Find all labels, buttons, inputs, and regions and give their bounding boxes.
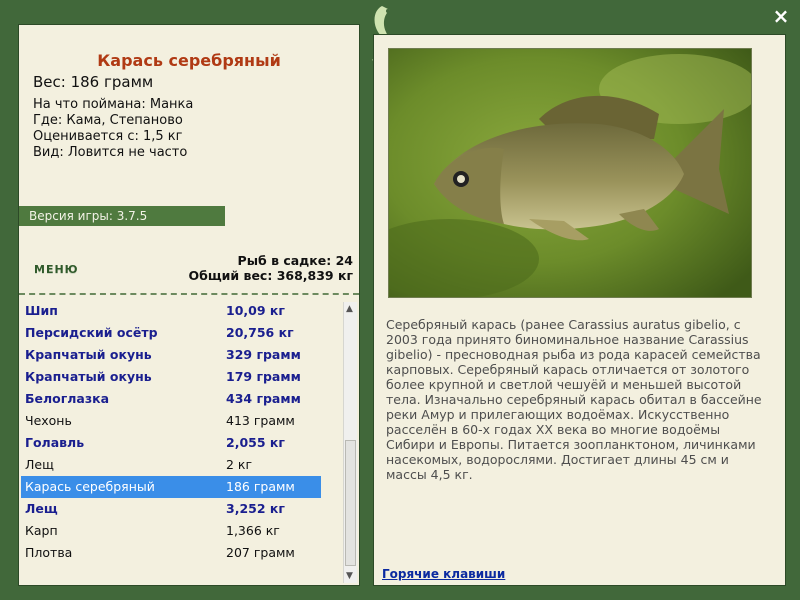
scroll-up-icon[interactable]: ▲ [346, 304, 353, 314]
catch-item-weight: 1,366 кг [226, 523, 280, 538]
fish-photo [388, 48, 752, 298]
fish-details-panel: Серебряный карась (ранее Carassius aurat… [373, 34, 786, 586]
fish-image [389, 49, 751, 297]
catch-item-name: Чехонь [25, 413, 72, 428]
catch-item-name: Лещ [25, 457, 54, 472]
catch-list-item[interactable]: Шип 10,09 кг [21, 300, 321, 322]
catch-item-weight: 329 грамм [226, 347, 301, 362]
divider [19, 293, 359, 295]
catch-item-weight: 207 грамм [226, 545, 295, 560]
estimated-text: Оценивается с: 1,5 кг [33, 129, 183, 144]
total-weight: Общий вес: 368,839 кг [188, 268, 354, 283]
catch-item-name: Плотва [25, 545, 73, 560]
catch-list-item[interactable]: Белоглазка 434 грамм [21, 388, 321, 410]
caught-on-text: На что поймана: Манка [33, 97, 194, 112]
catch-list-item[interactable]: Чехонь 413 грамм [21, 410, 321, 432]
catch-list-item[interactable]: Крапчатый окунь 179 грамм [21, 366, 321, 388]
fish-info: На что поймана: Манка Где: Кама, Степано… [33, 97, 193, 161]
catch-item-name: Персидский осётр [25, 325, 158, 340]
catch-list-item[interactable]: Плотва 207 грамм [21, 542, 321, 564]
fish-title: Карась серебряный [97, 51, 281, 70]
hotkeys-link[interactable]: Горячие клавиши [382, 567, 505, 581]
catch-item-weight: 10,09 кг [226, 303, 285, 318]
catch-panel: Карась серебряный Вес: 186 грамм На что … [18, 24, 360, 586]
close-button[interactable]: × [771, 6, 791, 26]
catch-item-name: Карп [25, 523, 58, 538]
catch-item-name: Шип [25, 303, 58, 318]
catch-item-weight: 179 грамм [226, 369, 301, 384]
game-window: × Карась серебряный Вес: 186 грамм На чт… [0, 0, 800, 600]
catch-stats: Рыб в садке: 24 Общий вес: 368,839 кг [189, 253, 354, 283]
fish-description: Серебряный карась (ранее Carassius aurat… [386, 317, 762, 482]
catch-list-item[interactable]: Лещ 3,252 кг [21, 498, 321, 520]
catch-list-item[interactable]: Карп 1,366 кг [21, 520, 321, 542]
catch-item-weight: 413 грамм [226, 413, 295, 428]
scroll-thumb[interactable] [345, 440, 356, 566]
fish-count: Рыб в садке: 24 [237, 253, 353, 268]
catch-item-name: Карась серебряный [25, 479, 155, 494]
catch-item-weight: 20,756 кг [226, 325, 294, 340]
catch-item-weight: 2,055 кг [226, 435, 285, 450]
catch-list-item[interactable]: Карась серебряный 186 грамм [21, 476, 321, 498]
catch-item-name: Лещ [25, 501, 58, 516]
location-text: Где: Кама, Степаново [33, 113, 183, 128]
catch-list-item[interactable]: Крапчатый окунь 329 грамм [21, 344, 321, 366]
catch-list-item[interactable]: Лещ 2 кг [21, 454, 321, 476]
catch-item-name: Крапчатый окунь [25, 347, 152, 362]
scroll-down-icon[interactable]: ▼ [346, 571, 353, 581]
catch-item-name: Белоглазка [25, 391, 110, 406]
catch-item-weight: 2 кг [226, 457, 253, 472]
catch-item-name: Крапчатый окунь [25, 369, 152, 384]
catch-list-item[interactable]: Голавль 2,055 кг [21, 432, 321, 454]
catch-item-weight: 434 грамм [226, 391, 301, 406]
version-bar: Версия игры: 3.7.5 [19, 206, 225, 226]
menu-button[interactable]: МЕНЮ [34, 263, 79, 276]
fish-weight: Вес: 186 грамм [33, 73, 154, 91]
catch-list: Шип 10,09 кг Персидский осётр 20,756 кг Крап… [21, 300, 357, 583]
scrollbar[interactable]: ▲ ▼ [343, 302, 357, 583]
close-icon: × [772, 4, 790, 28]
catch-list-item[interactable]: Персидский осётр 20,756 кг [21, 322, 321, 344]
kind-text: Вид: Ловится не часто [33, 145, 188, 160]
catch-item-name: Голавль [25, 435, 85, 450]
catch-item-weight: 186 грамм [226, 479, 295, 494]
catch-item-weight: 3,252 кг [226, 501, 285, 516]
